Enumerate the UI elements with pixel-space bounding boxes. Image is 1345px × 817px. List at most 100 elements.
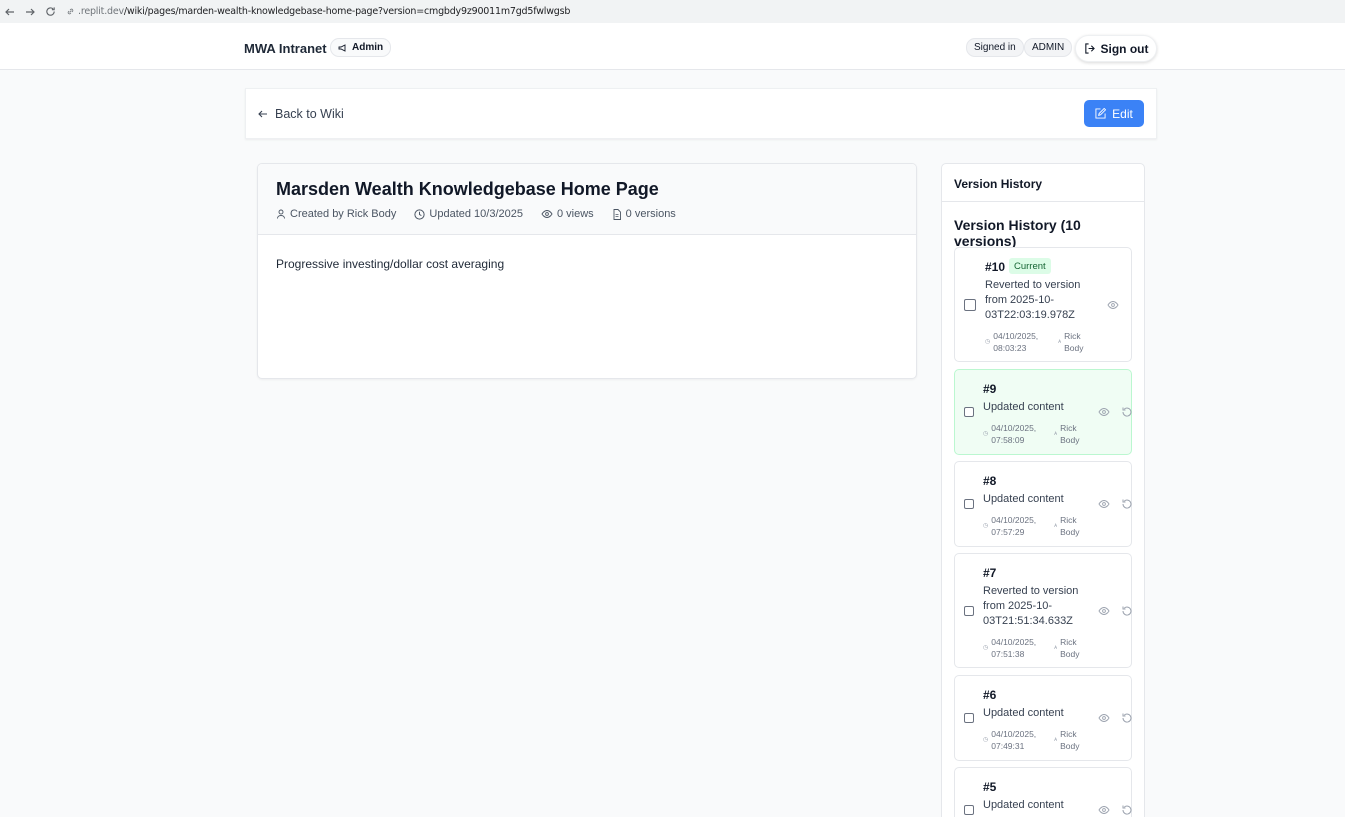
version-checkbox[interactable] [964, 805, 974, 815]
signed-in-badge: Signed in [966, 38, 1024, 57]
eye-icon [541, 210, 553, 218]
megaphone-icon [338, 43, 346, 52]
version-date: 04/10/2025, [991, 423, 1037, 433]
page-title: Marsden Wealth Knowledgebase Home Page [276, 179, 659, 199]
reload-icon[interactable] [40, 0, 60, 23]
version-date: 04/10/2025, [993, 331, 1039, 341]
user-icon: ᴀ [1054, 523, 1058, 529]
back-arrow-icon[interactable] [0, 0, 20, 23]
version-time: 08:03:23 [993, 343, 1027, 353]
version-card[interactable]: #6 Updated content ◷ 04/10/2025, 07:49:31 … [954, 675, 1132, 761]
forward-arrow-icon[interactable] [20, 0, 40, 23]
version-card[interactable]: #8 Updated content ◷ 04/10/2025, 07:57:29 … [954, 461, 1132, 547]
url-host: .replit.dev [78, 6, 124, 17]
user-icon: ᴀ [1054, 645, 1058, 651]
url-path: /wiki/pages/marden-wealth-knowledgebase-… [123, 6, 571, 17]
view-version-icon[interactable] [1098, 606, 1110, 616]
admin-link[interactable]: Admin [330, 38, 392, 57]
version-number: #5 [983, 780, 997, 794]
edit-button[interactable]: Edit [1084, 100, 1144, 127]
view-count: 0 views [556, 208, 594, 220]
version-user: Rick [1060, 637, 1077, 647]
restore-version-icon[interactable] [1121, 804, 1133, 816]
version-meta: ◷ 04/10/2025, 07:49:31 ᴀ Rick Body [983, 728, 1080, 752]
arrow-left-icon [258, 110, 267, 118]
version-history-heading: Version History (10 versions) [954, 217, 1081, 249]
brand-title[interactable]: MWA Intranet [244, 41, 327, 56]
document-icon [613, 208, 621, 220]
version-card[interactable]: #10 Current Reverted to version from 202… [954, 247, 1132, 362]
version-user-last: Body [1064, 343, 1084, 353]
sign-out-button[interactable]: Sign out [1075, 35, 1157, 62]
view-version-icon[interactable] [1098, 499, 1110, 509]
version-date: 04/10/2025, [991, 729, 1037, 739]
page-meta: Created by Rick Body Updated 10/3/2025 0… [276, 208, 898, 220]
version-number: #7 [983, 566, 997, 580]
version-card[interactable]: #5 Updated content [954, 767, 1132, 817]
user-icon: ᴀ [1058, 339, 1062, 345]
page-toolbar: Back to Wiki Edit [245, 88, 1157, 139]
version-number: #8 [983, 474, 997, 488]
version-meta: ◷ 04/10/2025, 07:58:09 ᴀ Rick Body [983, 422, 1080, 446]
clock-icon: ◷ [983, 523, 989, 529]
clock-icon: ◷ [983, 431, 989, 437]
version-user: Rick [1060, 729, 1077, 739]
current-badge: Current [1009, 258, 1051, 274]
user-icon: ᴀ [1054, 737, 1058, 743]
version-number: #9 [983, 382, 997, 396]
logout-icon [1084, 43, 1095, 54]
clock-icon: ◷ [983, 737, 989, 743]
version-description: Updated content [983, 493, 1064, 505]
user-icon [277, 209, 285, 219]
version-user-last: Body [1060, 649, 1080, 659]
version-time: 07:58:09 [991, 435, 1025, 445]
version-history-panel: Version History Version History (10 vers… [941, 163, 1145, 817]
version-meta: ◷ 04/10/2025, 08:03:23 ᴀ Rick Body [985, 330, 1084, 354]
version-time: 07:49:31 [991, 741, 1025, 751]
version-user: Rick [1060, 423, 1077, 433]
created-by: Created by Rick Body [290, 208, 397, 220]
version-user: Rick [1064, 331, 1081, 341]
version-card[interactable]: #9 Updated content ◷ 04/10/2025, 07:58:09 … [954, 369, 1132, 455]
back-to-wiki-link[interactable]: Back to Wiki [258, 107, 344, 121]
version-checkbox[interactable] [964, 299, 976, 311]
address-bar[interactable]: .replit.dev/wiki/pages/marden-wealth-kno… [62, 3, 570, 21]
restore-version-icon[interactable] [1121, 712, 1133, 724]
admin-label: Admin [352, 42, 384, 53]
version-number: #6 [983, 688, 997, 702]
view-version-icon[interactable] [1098, 805, 1110, 815]
version-number: #10 [985, 260, 1006, 274]
version-checkbox[interactable] [964, 407, 974, 417]
version-user-last: Body [1060, 435, 1080, 445]
version-description: Updated content [983, 401, 1064, 413]
clock-icon: ◷ [983, 645, 989, 651]
version-checkbox[interactable] [964, 713, 974, 723]
restore-version-icon[interactable] [1121, 605, 1133, 617]
updated-date: Updated 10/3/2025 [429, 208, 523, 220]
app-header: MWA Intranet Admin Signed in ADMIN Sign … [0, 23, 1345, 70]
back-label: Back to Wiki [275, 107, 344, 121]
version-user: Rick [1060, 515, 1077, 525]
version-history-title: Version History [942, 164, 1144, 202]
clock-icon [414, 208, 426, 220]
version-checkbox[interactable] [964, 499, 974, 509]
version-time: 07:51:38 [991, 649, 1025, 659]
view-version-icon[interactable] [1107, 300, 1119, 310]
clock-icon: ◷ [985, 339, 991, 345]
version-user-last: Body [1060, 741, 1080, 751]
user-icon: ᴀ [1054, 431, 1058, 437]
version-checkbox[interactable] [964, 606, 974, 616]
restore-version-icon[interactable] [1121, 498, 1133, 510]
version-description: Reverted to version from 2025-10-03T22:0… [985, 279, 1081, 321]
version-meta: ◷ 04/10/2025, 07:57:29 ᴀ Rick Body [983, 514, 1080, 538]
version-time: 07:57:29 [991, 527, 1025, 537]
sign-out-label: Sign out [1100, 41, 1149, 56]
version-description: Reverted to version from 2025-10-03T21:5… [983, 585, 1079, 627]
view-version-icon[interactable] [1098, 713, 1110, 723]
restore-version-icon[interactable] [1121, 406, 1133, 418]
page-header: Marsden Wealth Knowledgebase Home Page C… [258, 164, 916, 235]
view-version-icon[interactable] [1098, 407, 1110, 417]
site-info-icon[interactable] [66, 7, 75, 16]
version-date: 04/10/2025, [991, 515, 1037, 525]
version-card[interactable]: #7 Reverted to version from 2025-10-03T2… [954, 553, 1132, 668]
